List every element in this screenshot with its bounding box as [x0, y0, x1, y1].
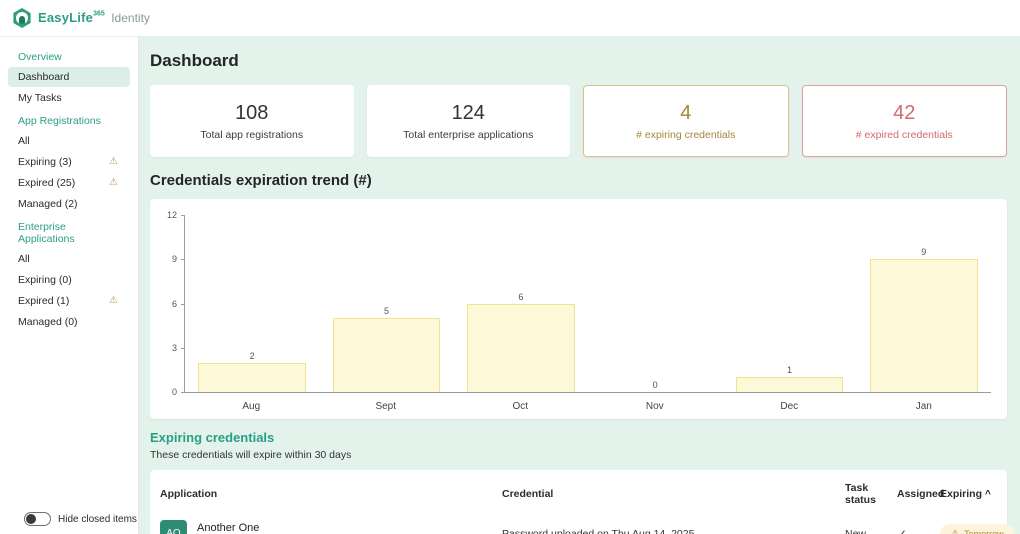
chart-bar-aug: 2: [185, 215, 319, 392]
expiring-credentials-subtitle: These credentials will expire within 30 …: [150, 449, 1007, 461]
warning-icon: ⚠: [951, 529, 959, 534]
bar-value-label: 2: [250, 351, 255, 361]
sidebar-item-dashboard[interactable]: Dashboard: [8, 67, 130, 87]
hide-closed-label: Hide closed items: [58, 514, 137, 525]
expiring-badge-label: Tomorrow: [964, 529, 1004, 534]
bar: [333, 318, 440, 392]
bar: [198, 363, 305, 392]
bar-value-label: 9: [921, 247, 926, 257]
bar-value-label: 0: [653, 380, 658, 390]
bar: [870, 259, 977, 392]
page-title: Dashboard: [150, 51, 1007, 71]
expiring-credentials-title: Expiring credentials: [150, 430, 1007, 445]
sidebar-section-enterprise-applications: Enterprise Applications: [0, 215, 138, 248]
column-header-task-status[interactable]: Task status: [845, 482, 897, 506]
application-cell: AO Another One App Registration: [160, 520, 502, 534]
sidebar-item-entapp-all[interactable]: All: [8, 249, 130, 269]
chart-bars: 2 5 6 0 1 9: [185, 215, 991, 392]
main-content: Dashboard 108 Total app registrations 12…: [139, 37, 1020, 534]
bar: [467, 304, 574, 393]
stat-value: 108: [235, 102, 268, 125]
sidebar-section-app-registrations: App Registrations: [0, 109, 138, 130]
sidebar-item-appreg-managed[interactable]: Managed (2): [8, 194, 130, 214]
x-axis-label: Jan: [857, 401, 992, 412]
expiring-badge: ⚠ Tomorrow: [940, 524, 1015, 534]
sort-ascending-icon: ^: [985, 489, 991, 500]
task-status-cell: New: [845, 528, 897, 534]
x-axis-label: Sept: [319, 401, 454, 412]
sidebar-item-appreg-expiring[interactable]: Expiring (3)⚠: [8, 152, 130, 172]
stat-value: 4: [680, 102, 691, 125]
expiring-credentials-table: Application Credential Task status Assig…: [150, 470, 1007, 534]
hide-closed-control: Hide closed items: [24, 512, 137, 526]
chart-bar-oct: 6: [454, 215, 588, 392]
app-logo[interactable]: EasyLife365 Identity: [12, 8, 150, 28]
sidebar-item-appreg-expired[interactable]: Expired (25)⚠: [8, 173, 130, 193]
warning-icon: ⚠: [109, 178, 118, 188]
x-axis-label: Oct: [453, 401, 588, 412]
stat-card-total-app-registrations[interactable]: 108 Total app registrations: [150, 85, 354, 157]
bar: [736, 377, 843, 392]
credential-cell: Password uploaded on Thu Aug 14, 2025: [502, 528, 845, 534]
stat-label: Total enterprise applications: [403, 129, 533, 141]
assigned-check-icon: ✓: [897, 527, 940, 534]
stat-label: # expired credentials: [856, 129, 953, 141]
logo-hexagon-icon: [12, 8, 32, 28]
bar-value-label: 1: [787, 365, 792, 375]
table-row[interactable]: AO Another One App Registration Password…: [160, 520, 997, 534]
x-axis-label: Dec: [722, 401, 857, 412]
top-header: EasyLife365 Identity: [0, 0, 1020, 37]
sidebar: Overview Dashboard My Tasks App Registra…: [0, 37, 139, 534]
credentials-trend-chart: 256019 036912 AugSeptOctNovDecJan: [150, 199, 1007, 419]
brand-name: EasyLife: [38, 10, 93, 25]
warning-icon: ⚠: [109, 157, 118, 167]
chart-bar-jan: 9: [857, 215, 991, 392]
warning-icon: ⚠: [109, 296, 118, 306]
brand-365: 365: [93, 11, 105, 18]
chart-bar-sept: 5: [319, 215, 453, 392]
stat-value: 42: [893, 102, 915, 125]
stat-cards-row: 108 Total app registrations 124 Total en…: [150, 85, 1007, 157]
sidebar-section-overview: Overview: [0, 45, 138, 66]
bar-value-label: 6: [518, 292, 523, 302]
application-name: Another One: [197, 522, 260, 534]
stat-label: Total app registrations: [200, 129, 303, 141]
sidebar-item-entapp-expired[interactable]: Expired (1)⚠: [8, 291, 130, 311]
column-header-credential[interactable]: Credential: [502, 488, 845, 500]
sidebar-item-appreg-all[interactable]: All: [8, 131, 130, 151]
sidebar-item-entapp-expiring[interactable]: Expiring (0): [8, 270, 130, 290]
chart-plot-area: 256019 036912: [184, 215, 991, 393]
toggle-knob: [26, 514, 36, 524]
logo-text: EasyLife365 Identity: [38, 9, 150, 27]
avatar: AO: [160, 520, 187, 534]
chart-bar-nov: 0: [588, 215, 722, 392]
stat-label: # expiring credentials: [636, 129, 735, 141]
column-header-expiring[interactable]: Expiring^: [940, 488, 997, 500]
expiring-cell: ⚠ Tomorrow: [940, 523, 1015, 534]
hide-closed-toggle[interactable]: [24, 512, 51, 526]
stat-card-total-enterprise-applications[interactable]: 124 Total enterprise applications: [367, 85, 571, 157]
bar-value-label: 5: [384, 306, 389, 316]
product-name: Identity: [111, 11, 150, 25]
chart-section-title: Credentials expiration trend (#): [150, 172, 1007, 189]
x-axis-label: Nov: [588, 401, 723, 412]
stat-card-expiring-credentials[interactable]: 4 # expiring credentials: [583, 85, 789, 157]
column-header-application[interactable]: Application: [160, 488, 502, 500]
sidebar-item-my-tasks[interactable]: My Tasks: [8, 88, 130, 108]
stat-value: 124: [452, 102, 485, 125]
column-header-assigned[interactable]: Assigned: [897, 488, 940, 500]
chart-bar-dec: 1: [722, 215, 856, 392]
table-header-row: Application Credential Task status Assig…: [160, 482, 997, 520]
x-axis-label: Aug: [184, 401, 319, 412]
stat-card-expired-credentials[interactable]: 42 # expired credentials: [802, 85, 1008, 157]
sidebar-item-entapp-managed[interactable]: Managed (0): [8, 312, 130, 332]
chart-x-axis-labels: AugSeptOctNovDecJan: [184, 401, 991, 412]
